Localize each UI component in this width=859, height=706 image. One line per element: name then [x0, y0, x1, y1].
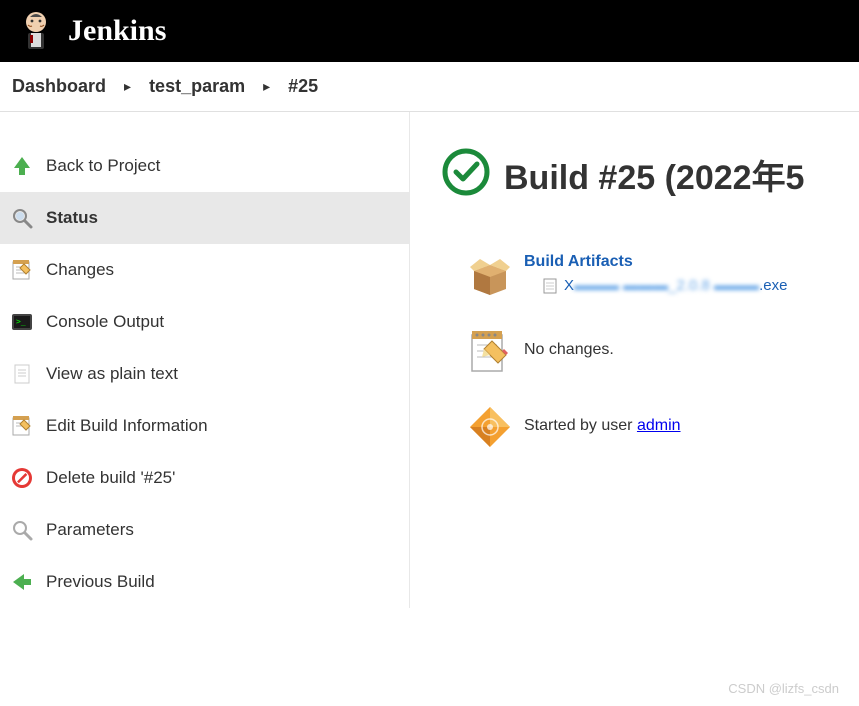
sidebar-item-label: Status	[46, 208, 98, 228]
arrow-up-icon	[10, 154, 34, 178]
sidebar-item-edit-build-info[interactable]: Edit Build Information	[0, 400, 409, 452]
sidebar-item-label: Parameters	[46, 520, 134, 540]
notepad-edit-icon	[10, 414, 34, 438]
sidebar-item-changes[interactable]: Changes	[0, 244, 409, 296]
package-icon	[466, 251, 514, 299]
magnify-icon	[10, 206, 34, 230]
sidebar-item-status[interactable]: Status	[0, 192, 409, 244]
sidebar-item-delete-build[interactable]: Delete build '#25'	[0, 452, 409, 504]
breadcrumb-project[interactable]: test_param	[145, 76, 249, 97]
sidebar-item-label: Previous Build	[46, 572, 155, 592]
sidebar-item-label: Changes	[46, 260, 114, 280]
artifact-file-row[interactable]: X▬▬▬ ▬▬▬_2.0.8 ▬▬▬.exe	[524, 277, 787, 294]
chevron-right-icon: ▸	[124, 78, 131, 95]
sidebar-item-view-plain-text[interactable]: View as plain text	[0, 348, 409, 400]
artifacts-content: Build Artifacts X▬▬▬ ▬▬▬_2.0.8 ▬▬▬.exe	[524, 251, 787, 294]
search-grey-icon	[10, 518, 34, 542]
success-icon	[442, 148, 490, 201]
svg-text:>_: >_	[16, 317, 26, 326]
arrow-left-icon	[10, 570, 34, 594]
breadcrumbs: Dashboard ▸ test_param ▸ #25	[0, 62, 859, 112]
breadcrumb-dashboard[interactable]: Dashboard	[8, 76, 110, 97]
main-container: Back to Project Status	[0, 112, 859, 608]
cause-section: Started by user admin	[442, 403, 859, 451]
terminal-icon: >_	[10, 310, 34, 334]
logo-text[interactable]: Jenkins	[68, 14, 166, 48]
sidebar-item-label: Console Output	[46, 312, 164, 332]
sidebar-item-back-to-project[interactable]: Back to Project	[0, 140, 409, 192]
notepad-large-icon	[466, 327, 514, 375]
jenkins-logo-icon	[16, 7, 56, 55]
content: Build #25 (2022年5 Build Artifacts	[410, 112, 859, 608]
sidebar-item-label: Back to Project	[46, 156, 160, 176]
breadcrumb-build[interactable]: #25	[284, 76, 322, 97]
started-by-text: Started by user admin	[524, 405, 681, 435]
artifact-file-link[interactable]: X▬▬▬ ▬▬▬_2.0.8 ▬▬▬.exe	[564, 277, 787, 294]
cause-content: Started by user admin	[524, 403, 681, 435]
changes-text: No changes.	[524, 329, 614, 359]
build-title-row: Build #25 (2022年5	[442, 148, 859, 201]
notepad-icon	[10, 258, 34, 282]
artifacts-section: Build Artifacts X▬▬▬ ▬▬▬_2.0.8 ▬▬▬.exe	[442, 251, 859, 299]
user-link[interactable]: admin	[637, 417, 681, 434]
delete-icon	[10, 466, 34, 490]
changes-section: No changes.	[442, 327, 859, 375]
changes-content: No changes.	[524, 327, 614, 359]
sidebar-item-label: Delete build '#25'	[46, 468, 175, 488]
sidebar-item-parameters[interactable]: Parameters	[0, 504, 409, 556]
file-icon	[542, 278, 558, 294]
document-icon	[10, 362, 34, 386]
sidebar-item-console-output[interactable]: >_ Console Output	[0, 296, 409, 348]
header: Jenkins	[0, 0, 859, 62]
artifacts-heading[interactable]: Build Artifacts	[524, 253, 787, 271]
sidebar-item-previous-build[interactable]: Previous Build	[0, 556, 409, 608]
watermark: CSDN @lizfs_csdn	[728, 681, 839, 696]
chevron-right-icon: ▸	[263, 78, 270, 95]
build-title: Build #25 (2022年5	[504, 150, 804, 199]
sidebar-item-label: Edit Build Information	[46, 416, 208, 436]
sidebar: Back to Project Status	[0, 112, 410, 608]
sidebar-item-label: View as plain text	[46, 364, 178, 384]
gear-diamond-icon	[466, 403, 514, 451]
